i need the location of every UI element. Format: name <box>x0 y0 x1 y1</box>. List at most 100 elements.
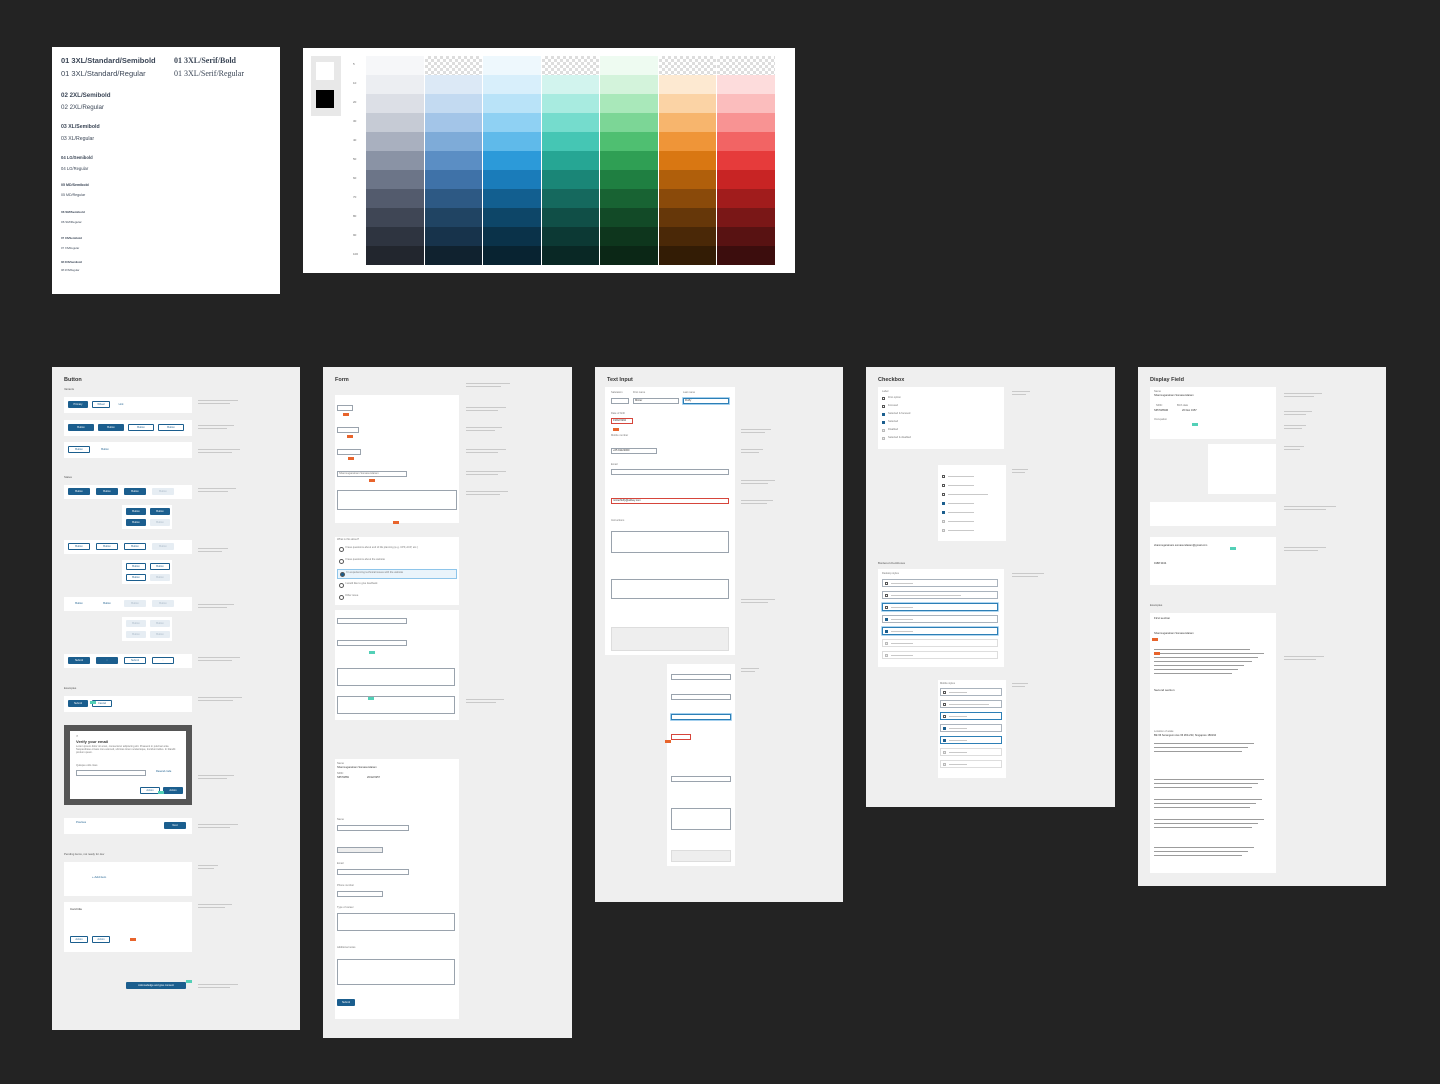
state-btn[interactable]: Button <box>126 574 146 581</box>
radio-circle[interactable] <box>339 595 344 600</box>
field-phone[interactable] <box>337 449 361 455</box>
field-instructions[interactable] <box>337 668 455 686</box>
instructions-textarea[interactable] <box>611 531 729 553</box>
checkbox[interactable] <box>942 484 946 488</box>
previous-link[interactable]: Previous <box>76 821 86 825</box>
bordered-checkbox-row[interactable] <box>882 627 998 635</box>
state-btn[interactable]: Button <box>124 543 146 550</box>
state-btn[interactable]: Button <box>126 620 146 627</box>
state-default[interactable]: Button <box>68 488 90 495</box>
state-btn[interactable]: Button <box>124 600 146 607</box>
radio-option[interactable]: Other issue <box>337 593 455 601</box>
radio-circle[interactable] <box>340 572 345 577</box>
field-nric[interactable] <box>337 427 359 433</box>
checkbox[interactable] <box>882 397 886 401</box>
state-btn[interactable]: Button <box>150 620 170 627</box>
wheel-button[interactable]: Wheel <box>92 401 110 408</box>
close-icon[interactable]: × <box>76 733 78 738</box>
bordered-checkbox-row[interactable] <box>882 603 998 611</box>
add-item-button[interactable]: + Add item <box>92 875 106 879</box>
state-btn[interactable]: Button <box>68 600 90 607</box>
checkbox[interactable] <box>943 727 947 731</box>
checkbox[interactable] <box>882 421 886 425</box>
state-btn[interactable]: Button <box>126 508 146 515</box>
form-submit-button[interactable]: Submit <box>337 999 355 1006</box>
radio-circle[interactable] <box>339 547 344 552</box>
field-short[interactable] <box>337 405 353 411</box>
button-icon-left[interactable]: Button <box>68 424 94 431</box>
bordered-checkbox-row[interactable] <box>940 736 1002 744</box>
checkbox[interactable] <box>882 405 886 409</box>
radio-circle[interactable] <box>339 559 344 564</box>
button-icon-right[interactable]: Button <box>98 424 124 431</box>
bordered-checkbox-row[interactable] <box>940 724 1002 732</box>
checkbox[interactable] <box>942 475 946 479</box>
button-ghost[interactable]: Button <box>94 446 116 453</box>
checkbox[interactable] <box>943 691 947 695</box>
email-input[interactable] <box>611 469 729 475</box>
m-last-name[interactable] <box>671 714 731 720</box>
checkbox[interactable] <box>943 715 947 719</box>
state-btn[interactable]: Button <box>68 543 90 550</box>
form-name-input[interactable] <box>337 825 409 831</box>
next-button[interactable]: Next <box>164 822 186 829</box>
button-sec-right[interactable]: Button <box>158 424 184 431</box>
link-button[interactable]: Link <box>114 401 128 408</box>
m-dob[interactable] <box>671 734 691 740</box>
loading-button[interactable]: ◌ <box>96 657 118 664</box>
checkbox[interactable] <box>885 618 889 622</box>
checkbox[interactable] <box>942 493 946 497</box>
m-email[interactable] <box>671 776 731 782</box>
checkbox[interactable] <box>942 511 946 515</box>
state-btn[interactable]: Button <box>150 508 170 515</box>
field-describe[interactable] <box>337 696 455 714</box>
state-btn[interactable]: Button <box>150 563 170 570</box>
field-error[interactable] <box>337 640 407 646</box>
modal-action-secondary[interactable]: Action <box>140 787 160 794</box>
modal-action-primary[interactable]: Action <box>163 787 183 794</box>
bordered-checkbox-row[interactable] <box>882 579 998 587</box>
form-notes-input[interactable] <box>337 959 455 985</box>
field-where[interactable] <box>337 618 407 624</box>
state-btn[interactable]: Button <box>96 600 118 607</box>
field-textarea[interactable] <box>337 490 457 510</box>
submit-button-secondary[interactable]: Submit <box>124 657 146 664</box>
instructions-textarea-2[interactable] <box>611 579 729 599</box>
radio-option[interactable]: I have questions about the website <box>337 557 455 565</box>
form-career-input[interactable] <box>337 913 455 931</box>
state-hover[interactable]: Button <box>96 488 118 495</box>
state-btn[interactable]: Button <box>126 519 146 526</box>
checkbox[interactable] <box>885 630 889 634</box>
button-secondary[interactable]: Button <box>68 446 90 453</box>
radio-option[interactable]: I would like to give feedback <box>337 581 455 589</box>
form-email-input[interactable] <box>337 869 409 875</box>
checkbox[interactable] <box>885 582 889 586</box>
bordered-checkbox-row[interactable] <box>940 688 1002 696</box>
code-input[interactable] <box>76 770 146 776</box>
primary-button[interactable]: Primary <box>68 401 88 408</box>
checkbox[interactable] <box>882 413 886 417</box>
acknowledge-button[interactable]: Acknowledge and give consent <box>126 982 186 989</box>
state-btn[interactable]: Button <box>126 631 146 638</box>
m-instructions[interactable] <box>671 808 731 830</box>
radio-option[interactable]: I'm experiencing technical issues with t… <box>337 569 457 579</box>
state-btn[interactable]: Button <box>126 563 146 570</box>
card-action-2[interactable]: Action <box>92 936 110 943</box>
bordered-checkbox-row[interactable] <box>882 615 998 623</box>
example-submit[interactable]: Submit <box>68 700 88 707</box>
checkbox[interactable] <box>943 739 947 743</box>
checkbox[interactable] <box>885 594 889 598</box>
checkbox[interactable] <box>885 606 889 610</box>
m-first-name[interactable] <box>671 694 731 700</box>
state-btn[interactable]: Button <box>96 543 118 550</box>
radio-option[interactable]: I have questions about end of life plann… <box>337 545 455 553</box>
bordered-checkbox-row[interactable] <box>882 591 998 599</box>
bordered-checkbox-row[interactable] <box>940 712 1002 720</box>
checkbox[interactable] <box>943 703 947 707</box>
button-sec-left[interactable]: Button <box>128 424 154 431</box>
bordered-checkbox-row[interactable] <box>940 700 1002 708</box>
state-active[interactable]: Button <box>124 488 146 495</box>
resend-link[interactable]: Resend code <box>156 770 171 774</box>
checkbox[interactable] <box>942 502 946 506</box>
radio-circle[interactable] <box>339 583 344 588</box>
